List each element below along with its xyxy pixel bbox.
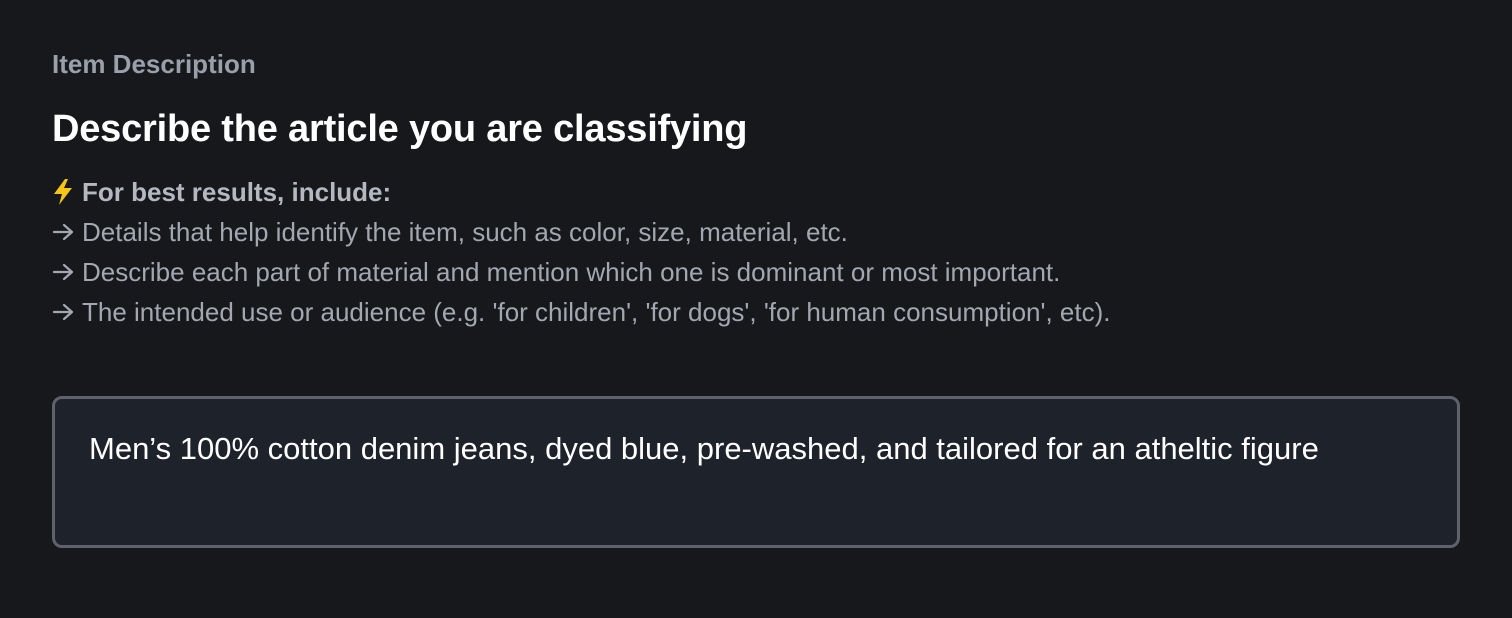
hint-item: The intended use or audience (e.g. 'for … — [52, 292, 1110, 332]
description-textarea[interactable]: Men’s 100% cotton denim jeans, dyed blue… — [52, 396, 1460, 548]
hint-item-text: Details that help identify the item, suc… — [82, 217, 848, 247]
page-title: Describe the article you are classifying — [52, 108, 748, 150]
hint-item-text: The intended use or audience (e.g. 'for … — [82, 297, 1111, 327]
item-description-panel: Item Description Describe the article yo… — [0, 0, 1512, 618]
hints-heading: For best results, include: — [82, 177, 392, 207]
hint-item: Describe each part of material and menti… — [52, 252, 1110, 292]
arrow-right-icon — [52, 222, 82, 242]
hints-block: For best results, include: Details that … — [52, 172, 1110, 332]
hint-item-text: Describe each part of material and menti… — [82, 257, 1061, 287]
lightning-bolt-icon — [52, 178, 82, 206]
hints-heading-line: For best results, include: — [52, 172, 1110, 212]
arrow-right-icon — [52, 262, 82, 282]
section-label: Item Description — [52, 49, 256, 79]
hint-item: Details that help identify the item, suc… — [52, 212, 1110, 252]
description-value[interactable]: Men’s 100% cotton denim jeans, dyed blue… — [89, 425, 1389, 473]
arrow-right-icon — [52, 302, 82, 322]
